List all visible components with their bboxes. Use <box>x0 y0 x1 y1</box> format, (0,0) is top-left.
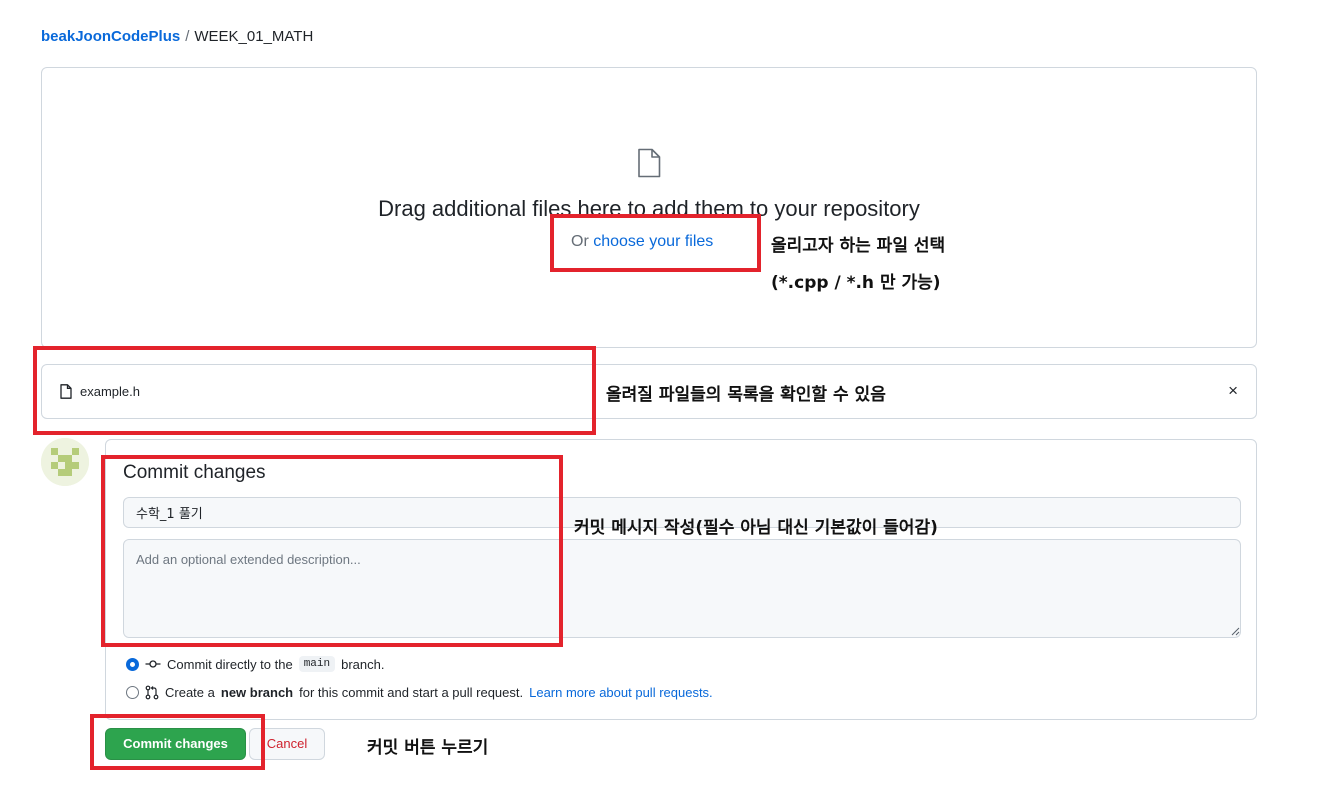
commit-direct-suffix: branch. <box>341 656 385 672</box>
annotation-commit-message: 커밋 메시지 작성(필수 아님 대신 기본값이 들어감) <box>574 518 938 538</box>
create-branch-bold: new branch <box>220 685 294 700</box>
commit-description-input[interactable] <box>123 539 1241 638</box>
learn-more-link[interactable]: Learn more about pull requests. <box>529 685 713 700</box>
create-branch-middle: for this commit and start a pull request… <box>299 685 524 700</box>
commit-changes-button[interactable]: Commit changes <box>105 728 246 760</box>
create-branch-radio[interactable] <box>126 686 139 699</box>
identicon-image <box>41 438 89 486</box>
commit-direct-option[interactable]: Commit directly to the main branch. <box>126 656 384 672</box>
annotation-file-list: 올려질 파일들의 목록을 확인할 수 있음 <box>606 385 886 405</box>
create-branch-prefix: Create a <box>165 685 215 700</box>
repo-owner-link[interactable]: beakJoonCodePlus <box>41 28 180 45</box>
file-icon <box>60 384 72 399</box>
drag-instructions: Drag additional files here to add them t… <box>378 196 920 221</box>
commit-direct-radio[interactable] <box>126 657 139 671</box>
annotation-commit-button: 커밋 버튼 누르기 <box>367 738 489 758</box>
file-icon <box>638 148 661 178</box>
file-dropzone[interactable]: Drag additional files here to add them t… <box>41 67 1257 348</box>
commit-panel: Commit changes Commit directly to the ma… <box>105 439 1257 720</box>
avatar <box>41 438 89 486</box>
git-pull-request-icon <box>145 685 159 700</box>
repo-name: WEEK_01_MATH <box>194 28 314 45</box>
commit-direct-text: Commit directly to the <box>167 656 293 672</box>
breadcrumb: beakJoonCodePlus / WEEK_01_MATH <box>41 28 313 45</box>
annotation-choose-file-line2: (*.cpp / *.h 만 가능) <box>771 273 941 293</box>
annotation-choose-file-line1: 올리고자 하는 파일 선택 <box>771 236 946 256</box>
create-branch-option[interactable]: Create a new branch for this commit and … <box>126 685 713 700</box>
choose-files-link[interactable]: choose your files <box>593 233 713 250</box>
or-text: Or <box>571 233 589 250</box>
commit-title: Commit changes <box>123 462 266 483</box>
choose-files-line: Or choose your files <box>571 233 713 251</box>
remove-file-button[interactable]: × <box>1228 380 1238 402</box>
breadcrumb-separator: / <box>185 28 190 45</box>
branch-name: main <box>298 656 336 672</box>
file-name: example.h <box>80 384 140 399</box>
git-commit-icon <box>145 660 161 668</box>
resize-grip-icon[interactable] <box>1230 626 1240 636</box>
cancel-button[interactable]: Cancel <box>249 728 325 760</box>
file-list-item: example.h <box>60 384 140 399</box>
